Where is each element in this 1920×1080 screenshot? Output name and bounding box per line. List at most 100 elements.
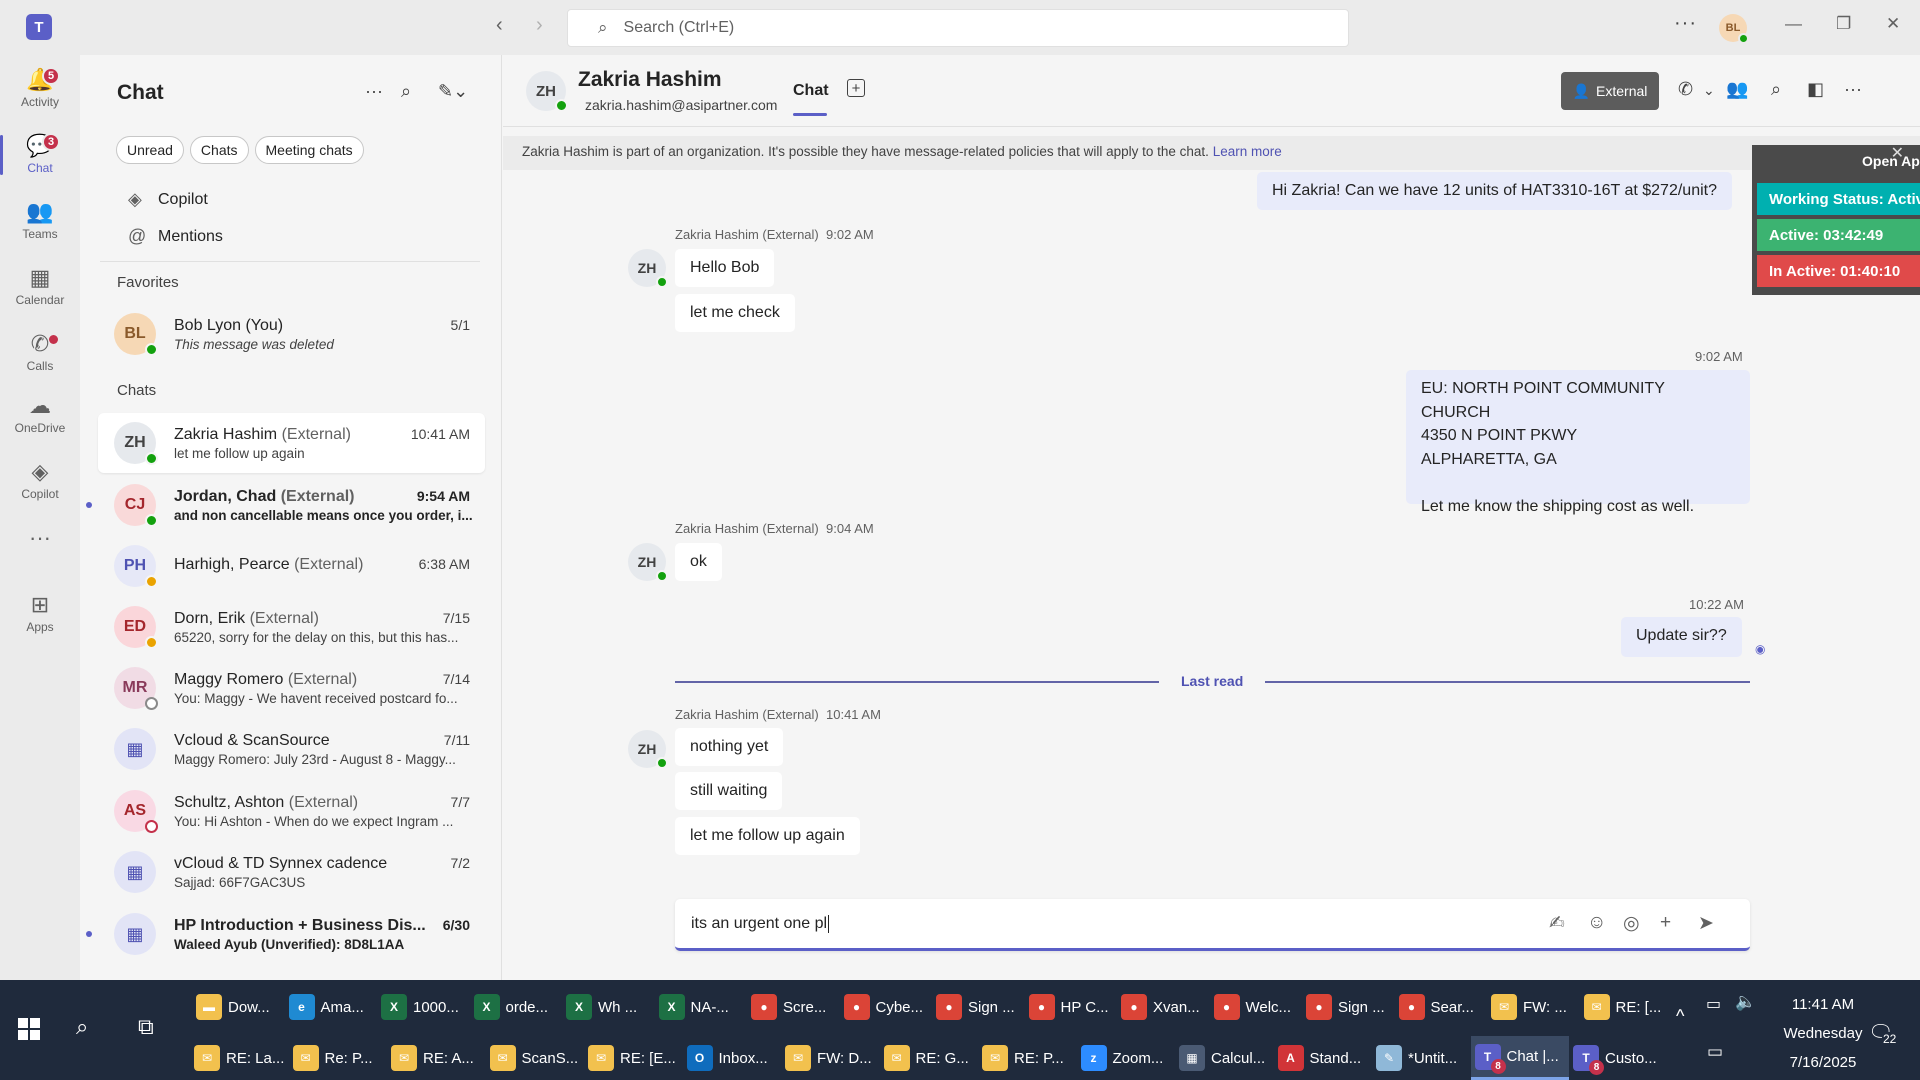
- tab-chat[interactable]: Chat: [793, 82, 829, 116]
- taskbar-app-button[interactable]: ✉ Re: P...: [289, 1036, 388, 1080]
- emoji-icon[interactable]: ☺: [1587, 912, 1606, 934]
- rail-activity[interactable]: 🔔 Activity 5: [0, 61, 80, 121]
- taskbar-app-button[interactable]: e Ama...: [285, 985, 378, 1029]
- new-chat-icon[interactable]: ✎⌄: [438, 81, 468, 102]
- message-incoming[interactable]: still waiting: [675, 772, 783, 810]
- taskbar-app-button[interactable]: ▬ Dow...: [192, 985, 285, 1029]
- add-people-icon[interactable]: 👥: [1726, 79, 1748, 100]
- filter-unread[interactable]: Unread: [116, 136, 184, 164]
- rail-copilot[interactable]: ◈ Copilot: [0, 453, 80, 513]
- search-input[interactable]: ⌕ Search (Ctrl+E): [567, 9, 1349, 47]
- message-incoming[interactable]: nothing yet: [675, 728, 784, 766]
- rail-calendar[interactable]: ▦ Calendar: [0, 259, 80, 319]
- volume-icon[interactable]: 🔈: [1735, 992, 1756, 1012]
- external-button[interactable]: 👤 External: [1561, 72, 1659, 110]
- message-incoming[interactable]: Hello Bob: [675, 249, 775, 287]
- minimize-icon[interactable]: —: [1785, 14, 1802, 34]
- taskbar-app-button[interactable]: ● HP C...: [1025, 985, 1118, 1029]
- chat-row[interactable]: PH Harhigh, Pearce (External) 6:38 AM: [98, 536, 485, 596]
- message-outgoing[interactable]: Update sir??: [1621, 617, 1742, 657]
- taskbar-app-button[interactable]: X Wh ...: [562, 985, 655, 1029]
- taskbar-app-button[interactable]: ✉ RE: A...: [387, 1036, 486, 1080]
- chat-row[interactable]: ▦ vCloud & TD Synnex cadence Sajjad: 66F7G…: [98, 842, 485, 902]
- more-options-icon[interactable]: ···: [1844, 79, 1862, 100]
- message-incoming[interactable]: let me follow up again: [675, 817, 860, 855]
- taskbar-app-button[interactable]: ✉ FW: D...: [781, 1036, 880, 1080]
- restore-icon[interactable]: ❐: [1836, 14, 1851, 34]
- send-icon[interactable]: ➤: [1698, 912, 1714, 935]
- taskbar-app-button[interactable]: Xorde...: [470, 985, 563, 1029]
- add-tab-icon[interactable]: +: [847, 79, 865, 97]
- taskbar-app-button[interactable]: ● Scre...: [747, 985, 840, 1029]
- sender-avatar[interactable]: ZH: [628, 730, 668, 769]
- task-view-icon[interactable]: ⧉: [138, 1014, 154, 1040]
- taskbar-app-button[interactable]: ● Sign ...: [932, 985, 1025, 1029]
- close-icon[interactable]: ✕: [1886, 14, 1900, 34]
- taskbar-app-button[interactable]: ● Welc...: [1210, 985, 1303, 1029]
- back-arrow-icon[interactable]: ‹: [496, 14, 503, 37]
- taskbar-app-button[interactable]: ✉ ScanS...: [486, 1036, 585, 1080]
- message-composer[interactable]: its an urgent one pl ✍ ☺ ◎ + ➤: [675, 899, 1750, 951]
- taskbar-app-button[interactable]: ▦ Calcul...: [1175, 1036, 1274, 1080]
- attach-plus-icon[interactable]: +: [1660, 912, 1671, 934]
- format-icon[interactable]: ✍: [1549, 912, 1565, 935]
- search-icon[interactable]: ⌕: [76, 1014, 88, 1040]
- profile-avatar[interactable]: BL: [1719, 14, 1749, 44]
- copilot-link[interactable]: ◈ Copilot: [128, 189, 208, 210]
- taskbar-app-button[interactable]: ✉ RE: P...: [978, 1036, 1077, 1080]
- sender-avatar[interactable]: ZH: [628, 249, 668, 288]
- message-incoming[interactable]: let me check: [675, 294, 795, 332]
- taskbar-app-button[interactable]: ✉ FW: ...: [1487, 985, 1580, 1029]
- taskbar-app-button[interactable]: O Inbox...: [683, 1036, 782, 1080]
- rail-more-apps[interactable]: ···: [0, 519, 80, 579]
- chat-row[interactable]: ZH Zakria Hashim (External) let me follow …: [98, 413, 485, 473]
- open-app-link[interactable]: Open Ap: [1862, 153, 1920, 169]
- taskbar-app-button[interactable]: ● Sign ...: [1302, 985, 1395, 1029]
- system-clock[interactable]: 11:41 AM Wednesday 7/16/2025: [1778, 990, 1868, 1077]
- taskbar-app-button[interactable]: ✉ RE: [...: [1580, 985, 1673, 1029]
- taskbar-app-button[interactable]: T 8 Chat |...: [1470, 1036, 1569, 1080]
- more-options-icon[interactable]: ···: [365, 81, 383, 102]
- taskbar-app-button[interactable]: A Stand...: [1274, 1036, 1373, 1080]
- battery-icon[interactable]: ▭: [1706, 994, 1721, 1014]
- taskbar-app-button[interactable]: ● Xvan...: [1117, 985, 1210, 1029]
- search-icon[interactable]: ⌕: [401, 81, 411, 102]
- mentions-link[interactable]: @ Mentions: [128, 226, 223, 247]
- message-incoming[interactable]: ok: [675, 543, 722, 581]
- side-panel-icon[interactable]: ◧: [1807, 79, 1824, 100]
- rail-onedrive[interactable]: ☁ OneDrive: [0, 387, 80, 447]
- sender-avatar[interactable]: ZH: [628, 543, 668, 582]
- taskbar-app-button[interactable]: X NA-...: [655, 985, 748, 1029]
- taskbar-app-button[interactable]: ✎ *Untit...: [1372, 1036, 1471, 1080]
- filter-chats[interactable]: Chats: [189, 136, 249, 164]
- chat-row[interactable]: ED Dorn, Erik (External) 65220, sorry for …: [98, 597, 485, 657]
- forward-arrow-icon[interactable]: ›: [536, 14, 543, 37]
- taskbar-app-button[interactable]: T 8 Custo...: [1569, 1036, 1668, 1080]
- message-outgoing[interactable]: Hi Zakria! Can we have 12 units of HAT33…: [1257, 172, 1732, 210]
- rail-calls[interactable]: ✆ Calls: [0, 325, 80, 385]
- search-icon[interactable]: ⌕: [1771, 79, 1781, 100]
- message-outgoing[interactable]: EU: NORTH POINT COMMUNITY CHURCH 4350 N …: [1406, 370, 1750, 515]
- chat-row[interactable]: AS Schultz, Ashton (External) You: Hi Asht…: [98, 781, 485, 841]
- loop-icon[interactable]: ◎: [1623, 912, 1640, 935]
- settings-more-icon[interactable]: ···: [1674, 12, 1697, 35]
- chevron-up-icon[interactable]: ^: [1676, 1006, 1684, 1027]
- taskbar-app-button[interactable]: ✉ RE: La...: [190, 1036, 289, 1080]
- chat-row[interactable]: MR Maggy Romero (External) You: Maggy - We…: [98, 658, 485, 718]
- contact-name[interactable]: Zakria Hashim: [578, 68, 722, 92]
- composer-input[interactable]: its an urgent one pl: [691, 915, 829, 933]
- taskbar-app-button[interactable]: X 1000...: [377, 985, 470, 1029]
- taskbar-app-button[interactable]: ✉ RE: [E...: [584, 1036, 683, 1080]
- taskbar-app-button[interactable]: ✉ RE: G...: [880, 1036, 979, 1080]
- learn-more-link[interactable]: Learn more: [1213, 144, 1282, 159]
- taskbar-app-button[interactable]: ● Sear...: [1395, 985, 1488, 1029]
- rail-chat[interactable]: 💬 Chat 3: [0, 127, 80, 187]
- rail-apps[interactable]: ⊞ Apps: [0, 586, 80, 646]
- desktop-icon[interactable]: ▭: [1707, 1042, 1723, 1062]
- chevron-down-icon[interactable]: ⌄: [1703, 82, 1715, 99]
- filter-meeting-chats[interactable]: Meeting chats: [254, 136, 364, 164]
- chat-row[interactable]: ▦ HP Introduction + Business Dis... Waleed…: [86, 904, 485, 964]
- taskbar-app-button[interactable]: ● Cybe...: [840, 985, 933, 1029]
- chat-row[interactable]: CJ Jordan, Chad (External) and non cancell…: [86, 475, 485, 535]
- chat-row-favorite[interactable]: BL Bob Lyon (You) This message was delet…: [98, 304, 485, 364]
